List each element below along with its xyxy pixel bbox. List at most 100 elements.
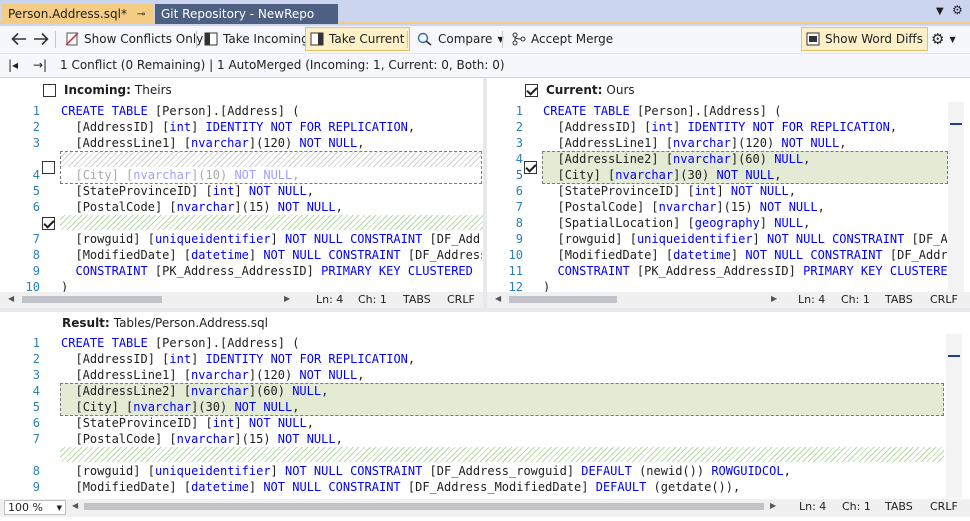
line-number: 1 [32,336,40,350]
line-number: 6 [515,184,523,198]
result-code-editor[interactable]: 1 CREATE TABLE [Person].[Address] ( 2 [Add… [0,312,946,499]
next-conflict-icon[interactable]: →| [33,58,47,72]
incoming-code-editor[interactable]: 1 CREATE TABLE [Person].[Address] (2 [Add… [0,78,483,292]
code-line: [City] [nvarchar](30) NOT NULL, [543,168,782,182]
result-tabs-indicator[interactable]: TABS [885,500,913,513]
compare-label: Compare [438,32,493,46]
line-number: 2 [515,120,523,134]
line-number: 8 [515,216,523,230]
code-line: [SpatialLocation] [geography] NULL, [543,216,811,230]
document-tab-strip: Person.Address.sql* ⊸ ✕ Git Repository -… [0,0,970,24]
current-pane: Current: Ours 1 CREATE TABLE [Person].[Ad… [487,78,970,308]
code-line: [ModifiedDate] [datetime] NOT NULL CONST… [61,480,741,494]
show-word-diffs-button[interactable]: Show Word Diffs [801,27,928,51]
scroll-position-marker [950,123,962,125]
current-tabs-indicator[interactable]: TABS [885,293,913,306]
take-incoming-button[interactable]: Take Incoming [199,27,314,51]
word-diff-icon [806,32,820,46]
take-current-button[interactable]: Take Current [305,27,410,51]
current-col-indicator: Ch: 1 [841,293,870,306]
incoming-tabs-indicator[interactable]: TABS [403,293,431,306]
code-line: [StateProvinceID] [int] NOT NULL, [61,416,314,430]
result-status-bar: 100 % ▼ ◀ ▶ Ln: 4 Ch: 1 TABS CRLF [0,499,970,517]
zoom-select[interactable]: 100 % ▼ [4,500,66,515]
line-number: 6 [32,200,40,214]
tab-dropdown-icon[interactable]: ▼ [936,6,944,17]
line-number: 9 [32,480,40,494]
line-number: 7 [515,200,523,214]
settings-button[interactable]: ⚙ ▼ [926,27,961,51]
result-vscroll[interactable] [946,334,962,498]
line-number: 8 [32,248,40,262]
settings-small-icon[interactable]: ⚙ [952,3,963,17]
compare-dropdown[interactable]: Compare ▼ [412,27,509,51]
incoming-hscroll-thumb[interactable] [22,296,162,303]
pin-icon[interactable]: ⊸ [137,9,145,20]
code-line: ) [543,280,551,292]
code-line: [AddressLine1] [nvarchar](120) NOT NULL, [61,136,365,150]
first-conflict-icon[interactable]: |◂ [8,58,18,72]
compare-icon [417,32,432,46]
code-line: [rowguid] [uniqueidentifier] NOT NULL CO… [61,232,482,246]
code-line: [StateProvinceID] [int] NOT NULL, [543,184,796,198]
show-conflicts-only-button[interactable]: Show Conflicts Only [60,27,208,51]
line-number: 5 [32,400,40,414]
code-line: [rowguid] [uniqueidentifier] NOT NULL CO… [543,232,947,246]
accept-merge-button[interactable]: Accept Merge [507,27,618,51]
line-number: 4 [32,384,40,398]
accept-merge-label: Accept Merge [531,32,614,46]
code-line: [AddressLine1] [nvarchar](120) NOT NULL, [61,368,365,382]
chevron-down-icon: ▼ [949,34,956,44]
line-number: 7 [32,432,40,446]
line-number: 2 [32,120,40,134]
current-line-indicator: Ln: 4 [798,293,826,306]
code-line: CREATE TABLE [Person].[Address] ( [61,336,300,350]
result-hscroll-thumb[interactable] [84,503,764,510]
scroll-position-marker [948,355,960,357]
code-line: [City] [nvarchar](10) NOT NULL, [61,168,300,182]
code-line: [AddressID] [int] IDENTITY NOT FOR REPLI… [61,352,416,366]
current-vscroll[interactable] [948,102,964,292]
arrow-right-icon [34,32,49,46]
result-eol-indicator[interactable]: CRLF [930,500,958,513]
conflict-summary: 1 Conflict (0 Remaining) | 1 AutoMerged … [60,58,505,72]
gear-icon: ⚙ [931,30,945,48]
code-line: [rowguid] [uniqueidentifier] NOT NULL CO… [61,464,791,478]
chevron-down-icon: ▼ [56,504,62,512]
zoom-value: 100 % [8,501,43,514]
line-number: 9 [515,232,523,246]
incoming-line-indicator: Ln: 4 [316,293,344,306]
conflict-summary-bar: |◂ →| 1 Conflict (0 Remaining) | 1 AutoM… [0,53,970,77]
line-number: 3 [32,136,40,150]
code-line: CONSTRAINT [PK_Address_AddressID] PRIMAR… [557,264,947,278]
current-code-editor[interactable]: 1 CREATE TABLE [Person].[Address] (2 [Add… [487,78,948,292]
merge-icon [512,32,526,46]
code-line: [AddressLine2] [nvarchar](60) NULL, [61,384,329,398]
code-line: [PostalCode] [nvarchar](15) NOT NULL, [543,200,825,214]
tab-person-address[interactable]: Person.Address.sql* ⊸ ✕ [2,4,163,24]
result-col-indicator: Ch: 1 [842,500,871,513]
current-hscroll-thumb[interactable] [509,296,617,303]
current-eol-indicator[interactable]: CRLF [930,293,958,306]
line-number: 8 [32,464,40,478]
code-line: [StateProvinceID] [int] NOT NULL, [61,184,314,198]
arrow-left-icon [11,32,26,46]
code-line: [AddressID] [int] IDENTITY NOT FOR REPLI… [543,120,898,134]
show-conflicts-only-label: Show Conflicts Only [84,32,204,46]
code-line: ) [61,280,69,292]
code-line: CREATE TABLE [Person].[Address] ( [61,104,300,118]
incoming-status-bar: ◀ ▶ Ln: 4 Ch: 1 TABS CRLF [0,292,483,308]
forward-button[interactable] [28,27,54,51]
tab-git-repository[interactable]: Git Repository - NewRepo [155,4,338,24]
line-number: 2 [32,352,40,366]
incoming-eol-indicator[interactable]: CRLF [447,293,475,306]
current-status-bar: ◀ ▶ Ln: 4 Ch: 1 TABS CRLF [487,292,970,308]
code-line: [AddressLine2] [nvarchar](60) NULL, [543,152,811,166]
take-incoming-label: Take Incoming [223,32,309,46]
line-number: 3 [515,136,523,150]
line-number: 3 [32,368,40,382]
line-number: 9 [32,264,40,278]
code-line: CREATE TABLE [Person].[Address] ( [543,104,782,118]
line-number: 10 [25,280,40,292]
code-line: [AddressLine1] [nvarchar](120) NOT NULL, [543,136,847,150]
